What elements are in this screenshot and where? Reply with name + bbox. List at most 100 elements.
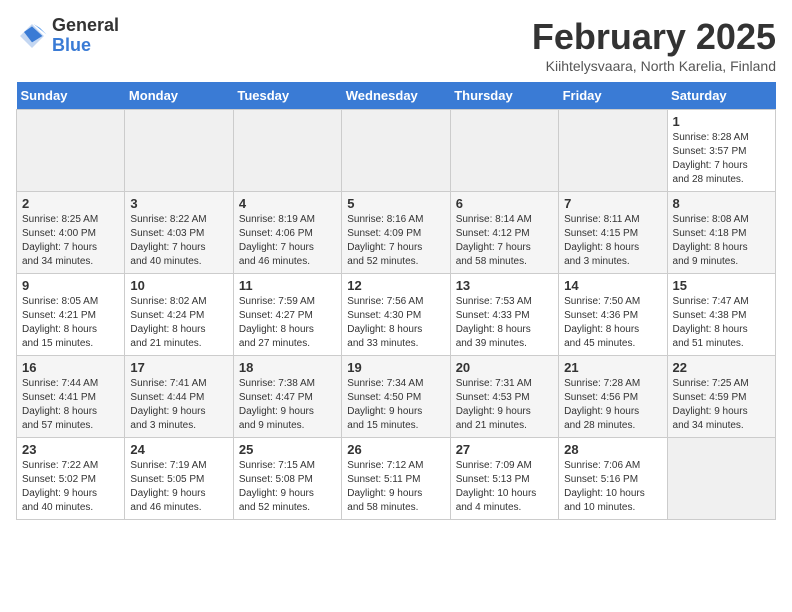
day-info: Sunrise: 7:28 AM Sunset: 4:56 PM Dayligh… [564,377,661,433]
weekday-header: Monday [125,82,233,110]
day-number: 21 [564,360,661,375]
day-info: Sunrise: 8:25 AM Sunset: 4:00 PM Dayligh… [22,213,119,269]
calendar-cell: 15 Sunrise: 7:47 AM Sunset: 4:38 PM Dayli… [667,274,775,356]
calendar-cell: 18 Sunrise: 7:38 AM Sunset: 4:47 PM Dayli… [233,356,341,438]
day-number: 11 [239,278,336,293]
day-info: Sunrise: 7:06 AM Sunset: 5:16 PM Dayligh… [564,459,661,515]
calendar-cell [125,110,233,192]
day-info: Sunrise: 7:41 AM Sunset: 4:44 PM Dayligh… [130,377,227,433]
day-number: 8 [673,196,770,211]
day-number: 10 [130,278,227,293]
logo-text: General Blue [52,16,119,56]
weekday-header: Wednesday [342,82,450,110]
day-number: 4 [239,196,336,211]
calendar-cell: 5 Sunrise: 8:16 AM Sunset: 4:09 PM Daylig… [342,192,450,274]
day-number: 9 [22,278,119,293]
day-info: Sunrise: 7:25 AM Sunset: 4:59 PM Dayligh… [673,377,770,433]
calendar-cell: 7 Sunrise: 8:11 AM Sunset: 4:15 PM Daylig… [559,192,667,274]
weekday-header: Tuesday [233,82,341,110]
calendar-cell: 28 Sunrise: 7:06 AM Sunset: 5:16 PM Dayli… [559,438,667,520]
weekday-header: Saturday [667,82,775,110]
day-number: 25 [239,442,336,457]
calendar-cell: 17Sunrise: 7:41 AM Sunset: 4:44 PM Dayli… [125,356,233,438]
day-info: Sunrise: 7:15 AM Sunset: 5:08 PM Dayligh… [239,459,336,515]
day-number: 6 [456,196,553,211]
calendar-cell [450,110,558,192]
day-number: 7 [564,196,661,211]
calendar-cell: 14 Sunrise: 7:50 AM Sunset: 4:36 PM Dayli… [559,274,667,356]
calendar-week-row: 9 Sunrise: 8:05 AM Sunset: 4:21 PM Daylig… [17,274,776,356]
day-info: Sunrise: 8:28 AM Sunset: 3:57 PM Dayligh… [673,131,770,187]
calendar-table: SundayMondayTuesdayWednesdayThursdayFrid… [16,82,776,520]
calendar-cell [233,110,341,192]
day-info: Sunrise: 8:16 AM Sunset: 4:09 PM Dayligh… [347,213,444,269]
calendar-cell: 24 Sunrise: 7:19 AM Sunset: 5:05 PM Dayli… [125,438,233,520]
day-number: 19 [347,360,444,375]
day-number: 26 [347,442,444,457]
calendar-cell [667,438,775,520]
calendar-cell: 12 Sunrise: 7:56 AM Sunset: 4:30 PM Dayli… [342,274,450,356]
calendar-week-row: 2 Sunrise: 8:25 AM Sunset: 4:00 PM Daylig… [17,192,776,274]
day-info: Sunrise: 7:44 AM Sunset: 4:41 PM Dayligh… [22,377,119,433]
day-number: 5 [347,196,444,211]
day-info: Sunrise: 7:34 AM Sunset: 4:50 PM Dayligh… [347,377,444,433]
day-info: Sunrise: 8:08 AM Sunset: 4:18 PM Dayligh… [673,213,770,269]
day-info: Sunrise: 8:22 AM Sunset: 4:03 PM Dayligh… [130,213,227,269]
day-number: 22 [673,360,770,375]
calendar-cell: 19 Sunrise: 7:34 AM Sunset: 4:50 PM Dayli… [342,356,450,438]
calendar-cell [17,110,125,192]
page-header: General Blue February 2025 Kiihtelysvaar… [16,16,776,74]
calendar-cell: 9 Sunrise: 8:05 AM Sunset: 4:21 PM Daylig… [17,274,125,356]
day-number: 27 [456,442,553,457]
calendar-title: February 2025 [532,16,776,58]
calendar-cell: 26 Sunrise: 7:12 AM Sunset: 5:11 PM Dayli… [342,438,450,520]
day-number: 18 [239,360,336,375]
day-info: Sunrise: 7:31 AM Sunset: 4:53 PM Dayligh… [456,377,553,433]
calendar-cell: 27Sunrise: 7:09 AM Sunset: 5:13 PM Dayli… [450,438,558,520]
calendar-cell [342,110,450,192]
day-number: 2 [22,196,119,211]
calendar-week-row: 16Sunrise: 7:44 AM Sunset: 4:41 PM Dayli… [17,356,776,438]
day-number: 12 [347,278,444,293]
weekday-header-row: SundayMondayTuesdayWednesdayThursdayFrid… [17,82,776,110]
day-info: Sunrise: 7:12 AM Sunset: 5:11 PM Dayligh… [347,459,444,515]
day-info: Sunrise: 7:22 AM Sunset: 5:02 PM Dayligh… [22,459,119,515]
calendar-cell: 3Sunrise: 8:22 AM Sunset: 4:03 PM Daylig… [125,192,233,274]
day-info: Sunrise: 8:14 AM Sunset: 4:12 PM Dayligh… [456,213,553,269]
calendar-cell: 22 Sunrise: 7:25 AM Sunset: 4:59 PM Dayli… [667,356,775,438]
title-area: February 2025 Kiihtelysvaara, North Kare… [532,16,776,74]
calendar-cell: 16Sunrise: 7:44 AM Sunset: 4:41 PM Dayli… [17,356,125,438]
calendar-week-row: 23 Sunrise: 7:22 AM Sunset: 5:02 PM Dayli… [17,438,776,520]
calendar-cell: 21 Sunrise: 7:28 AM Sunset: 4:56 PM Dayli… [559,356,667,438]
calendar-cell: 6 Sunrise: 8:14 AM Sunset: 4:12 PM Daylig… [450,192,558,274]
logo-blue: Blue [52,36,119,56]
day-info: Sunrise: 7:47 AM Sunset: 4:38 PM Dayligh… [673,295,770,351]
calendar-cell [559,110,667,192]
day-info: Sunrise: 7:38 AM Sunset: 4:47 PM Dayligh… [239,377,336,433]
logo-general: General [52,16,119,36]
day-info: Sunrise: 7:59 AM Sunset: 4:27 PM Dayligh… [239,295,336,351]
day-info: Sunrise: 8:02 AM Sunset: 4:24 PM Dayligh… [130,295,227,351]
day-info: Sunrise: 8:05 AM Sunset: 4:21 PM Dayligh… [22,295,119,351]
weekday-header: Sunday [17,82,125,110]
day-number: 28 [564,442,661,457]
day-info: Sunrise: 8:19 AM Sunset: 4:06 PM Dayligh… [239,213,336,269]
day-info: Sunrise: 7:53 AM Sunset: 4:33 PM Dayligh… [456,295,553,351]
day-number: 23 [22,442,119,457]
calendar-cell: 13Sunrise: 7:53 AM Sunset: 4:33 PM Dayli… [450,274,558,356]
day-number: 24 [130,442,227,457]
calendar-cell: 8 Sunrise: 8:08 AM Sunset: 4:18 PM Daylig… [667,192,775,274]
day-info: Sunrise: 8:11 AM Sunset: 4:15 PM Dayligh… [564,213,661,269]
day-number: 20 [456,360,553,375]
calendar-subtitle: Kiihtelysvaara, North Karelia, Finland [532,58,776,74]
logo: General Blue [16,16,119,56]
day-info: Sunrise: 7:56 AM Sunset: 4:30 PM Dayligh… [347,295,444,351]
calendar-cell: 4 Sunrise: 8:19 AM Sunset: 4:06 PM Daylig… [233,192,341,274]
day-info: Sunrise: 7:50 AM Sunset: 4:36 PM Dayligh… [564,295,661,351]
calendar-cell: 2 Sunrise: 8:25 AM Sunset: 4:00 PM Daylig… [17,192,125,274]
day-number: 15 [673,278,770,293]
calendar-cell: 25 Sunrise: 7:15 AM Sunset: 5:08 PM Dayli… [233,438,341,520]
day-info: Sunrise: 7:19 AM Sunset: 5:05 PM Dayligh… [130,459,227,515]
day-number: 14 [564,278,661,293]
calendar-cell: 1Sunrise: 8:28 AM Sunset: 3:57 PM Daylig… [667,110,775,192]
